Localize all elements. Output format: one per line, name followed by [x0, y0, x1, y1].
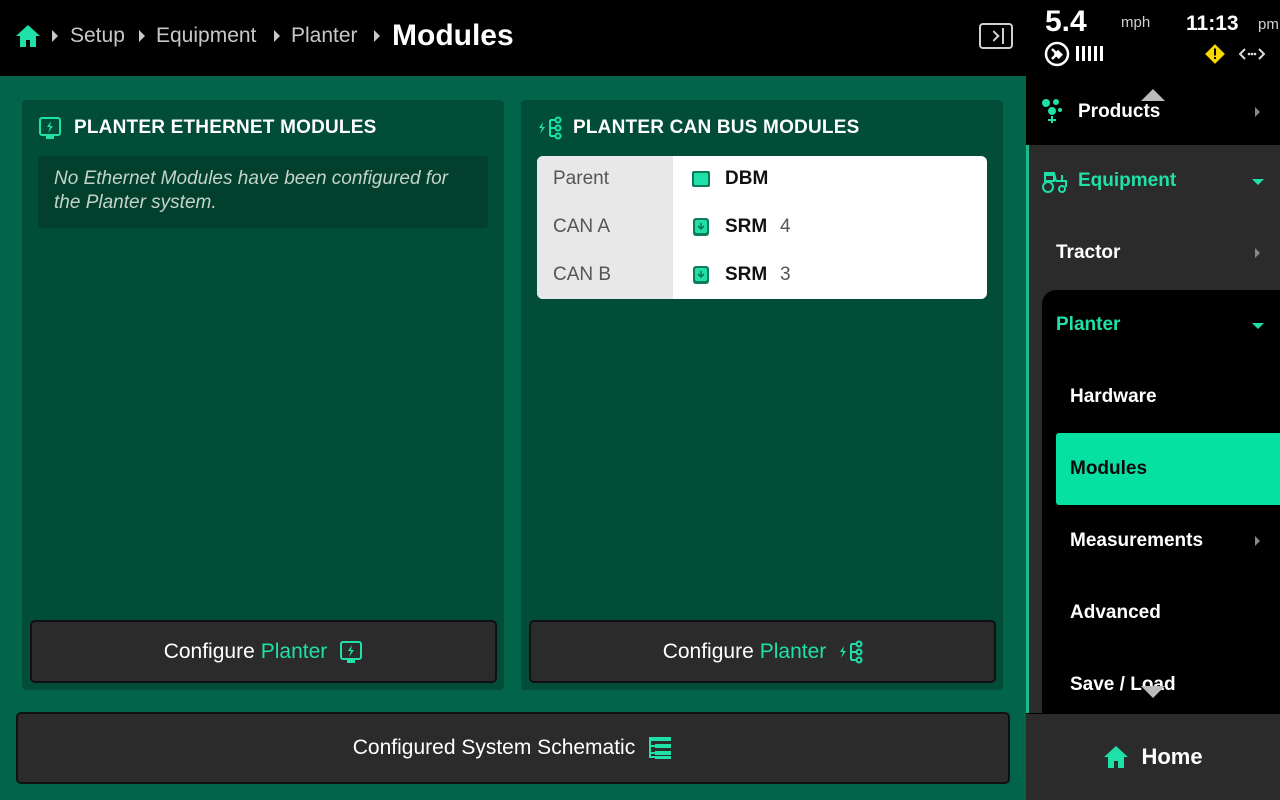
chevron-down-icon: [1252, 323, 1264, 329]
sidebar-item-hardware[interactable]: Hardware: [1026, 361, 1280, 433]
configure-label: Configure: [163, 639, 255, 663]
chevron-down-icon: [1252, 179, 1264, 185]
breadcrumb-setup[interactable]: Setup: [70, 22, 125, 50]
sidebar-item-measurements[interactable]: Measurements: [1026, 505, 1280, 577]
sidebar-label: Hardware: [1070, 386, 1157, 407]
system-schematic-button[interactable]: Configured System Schematic: [16, 712, 1010, 784]
can-row-label: CAN A: [553, 216, 611, 237]
status-area: 5.4 mph 11:13 pm: [1026, 0, 1280, 76]
chevron-right-icon: [1255, 536, 1260, 546]
sidebar-label: Advanced: [1070, 602, 1161, 623]
sidebar-item-save-load[interactable]: Save / Load: [1026, 649, 1280, 721]
can-row-label: Parent: [553, 168, 609, 189]
clock-ampm: pm: [1258, 16, 1279, 33]
sidebar-label: Equipment: [1078, 170, 1177, 191]
scroll-up-icon[interactable]: [1141, 89, 1165, 101]
schematic-icon: [647, 736, 673, 760]
canbus-card-title: PLANTER CAN BUS MODULES: [573, 117, 860, 138]
main-content: PLANTER ETHERNET MODULES No Ethernet Mod…: [0, 76, 1026, 800]
table-row[interactable]: CAN B SRM 3: [537, 252, 987, 299]
sidebar-nav: Products Equipment Tractor Planter Hardw…: [1026, 76, 1280, 800]
breadcrumb-equipment[interactable]: Equipment: [156, 22, 256, 50]
configure-ethernet-button[interactable]: Configure Planter: [30, 620, 497, 683]
configure-accent-label: Planter: [759, 639, 827, 663]
can-row-label: CAN B: [553, 264, 612, 285]
ethernet-module-icon: [38, 116, 62, 140]
tractor-icon: [1040, 167, 1068, 195]
speed-unit: mph: [1121, 14, 1151, 31]
warning-icon[interactable]: [1204, 43, 1226, 65]
dbm-module-icon: [691, 169, 711, 189]
can-row-count: 3: [780, 264, 791, 285]
can-row-module: DBM: [725, 168, 769, 189]
gps-satellite-icon[interactable]: [1044, 41, 1070, 67]
scroll-down-icon[interactable]: [1141, 686, 1165, 698]
chevron-right-icon: [274, 30, 280, 42]
sidebar-label: Planter: [1056, 314, 1121, 335]
chevron-right-icon: [1255, 107, 1260, 117]
chevron-right-icon: [52, 30, 58, 42]
sidebar-label: Tractor: [1056, 242, 1121, 263]
products-drops-icon: [1040, 96, 1068, 124]
panel-toggle-icon[interactable]: [979, 23, 1013, 49]
ethernet-card-title: PLANTER ETHERNET MODULES: [74, 117, 377, 138]
breadcrumb-planter[interactable]: Planter: [291, 22, 358, 50]
home-icon[interactable]: [14, 22, 42, 50]
page-title: Modules: [392, 19, 514, 52]
connection-arrows-icon[interactable]: [1238, 45, 1266, 63]
sidebar-label: Modules: [1070, 458, 1148, 479]
configure-canbus-button[interactable]: Configure Planter: [529, 620, 996, 683]
sidebar-item-advanced[interactable]: Advanced: [1026, 577, 1280, 649]
table-row[interactable]: CAN A SRM 4: [537, 204, 987, 252]
sidebar-label: Measurements: [1070, 530, 1204, 551]
sidebar-item-equipment[interactable]: Equipment: [1026, 145, 1280, 217]
chevron-right-icon: [374, 30, 380, 42]
home-button[interactable]: Home: [1026, 714, 1280, 800]
home-icon: [1103, 745, 1129, 769]
sidebar-item-products[interactable]: Products: [1026, 76, 1280, 148]
canbus-tree-icon: [537, 116, 562, 140]
sidebar-item-tractor[interactable]: Tractor: [1026, 217, 1280, 289]
clock-time: 11:13: [1186, 12, 1239, 35]
can-row-module: SRM: [725, 216, 768, 237]
ethernet-empty-message: No Ethernet Modules have been configured…: [38, 156, 488, 228]
canbus-tree-icon: [838, 640, 863, 664]
home-label: Home: [1141, 744, 1203, 769]
configure-accent-label: Planter: [260, 639, 328, 663]
ethernet-modules-card: PLANTER ETHERNET MODULES No Ethernet Mod…: [22, 100, 504, 690]
table-row[interactable]: Parent DBM: [537, 156, 987, 204]
sidebar-label: Products: [1078, 101, 1161, 122]
chevron-right-icon: [1255, 248, 1260, 258]
sidebar-item-planter[interactable]: Planter: [1026, 289, 1280, 361]
signal-bars-icon: [1076, 46, 1103, 61]
ethernet-module-icon: [339, 640, 363, 664]
srm-module-icon: [691, 217, 711, 237]
chevron-right-icon: [139, 30, 145, 42]
header-bar: Setup Equipment Planter Modules: [0, 0, 1026, 76]
speed-value: 5.4: [1045, 5, 1087, 38]
canbus-modules-card: PLANTER CAN BUS MODULES Parent DBM CAN A…: [521, 100, 1003, 690]
canbus-module-table: Parent DBM CAN A SRM 4 CAN B SRM 3: [537, 156, 987, 299]
schematic-label: Configured System Schematic: [352, 736, 636, 759]
sidebar-item-modules[interactable]: Modules: [1056, 433, 1280, 505]
configure-label: Configure: [662, 639, 754, 663]
can-row-module: SRM: [725, 264, 768, 285]
srm-module-icon: [691, 265, 711, 285]
can-row-count: 4: [780, 216, 791, 237]
